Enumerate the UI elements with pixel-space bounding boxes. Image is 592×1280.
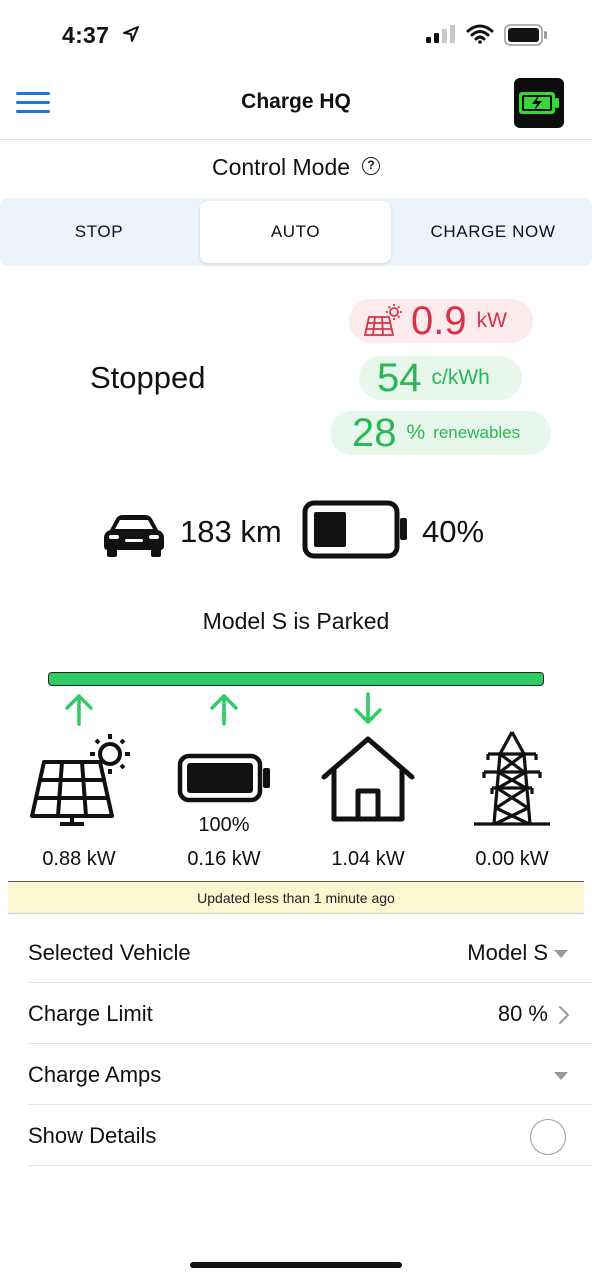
mode-stop-button[interactable]: STOP bbox=[0, 198, 198, 266]
control-mode-title: Control Mode bbox=[211, 154, 351, 180]
mode-auto-button[interactable]: AUTO bbox=[200, 201, 391, 263]
renewables-label: renewables bbox=[433, 423, 521, 442]
charge-amps-row[interactable]: Charge Amps bbox=[28, 1044, 592, 1105]
charge-limit-label: Charge Limit bbox=[28, 1001, 153, 1026]
solar-power-value: 0.9 bbox=[411, 298, 467, 343]
solar-panel-icon bbox=[30, 734, 130, 826]
selected-vehicle-row[interactable]: Selected Vehicle Model S bbox=[28, 922, 592, 983]
house-icon bbox=[321, 736, 415, 822]
home-battery-icon bbox=[177, 753, 270, 803]
app-logo-icon[interactable] bbox=[514, 78, 564, 128]
arrow-down-icon bbox=[354, 692, 382, 724]
grid-flow-value: 0.00 kW bbox=[475, 848, 549, 870]
power-grid-tower-icon bbox=[474, 731, 550, 826]
energy-flow-bar bbox=[48, 672, 544, 686]
charger-state: Stopped bbox=[90, 360, 206, 395]
price-unit: c/kWh bbox=[431, 366, 490, 389]
show-details-label: Show Details bbox=[28, 1123, 157, 1148]
car-icon bbox=[104, 515, 164, 557]
renewables-percent: % bbox=[406, 421, 426, 444]
charge-limit-row[interactable]: Charge Limit 80 % bbox=[28, 983, 592, 1044]
dropdown-caret-icon bbox=[554, 950, 568, 958]
battery-status-icon bbox=[504, 24, 547, 46]
mode-charge-now-button[interactable]: CHARGE NOW bbox=[394, 198, 592, 266]
vehicle-status: Model S is Parked bbox=[202, 608, 390, 634]
cell-signal-icon bbox=[426, 25, 455, 43]
status-time: 4:37 bbox=[62, 22, 110, 48]
solar-power-unit: kW bbox=[476, 309, 507, 332]
home-indicator[interactable] bbox=[190, 1262, 402, 1268]
selected-vehicle-value: Model S bbox=[467, 940, 548, 965]
control-mode-heading: Control Mode? bbox=[0, 154, 592, 181]
vehicle-soc: 40% bbox=[422, 514, 485, 549]
charge-limit-value: 80 % bbox=[497, 1001, 548, 1026]
arrow-up-icon bbox=[65, 694, 93, 726]
status-bar: 4:37 bbox=[0, 0, 592, 66]
price-value: 54 bbox=[377, 355, 422, 400]
charging-battery-icon bbox=[519, 92, 559, 114]
dropdown-caret-icon bbox=[554, 1072, 568, 1080]
last-updated-banner: Updated less than 1 minute ago bbox=[8, 881, 584, 914]
location-arrow-icon bbox=[123, 26, 139, 42]
arrow-up-icon bbox=[210, 694, 238, 726]
control-mode-segmented: STOP AUTO CHARGE NOW bbox=[0, 198, 592, 266]
help-icon[interactable]: ? bbox=[362, 157, 381, 175]
show-details-row[interactable]: Show Details bbox=[28, 1105, 592, 1166]
solar-power-pill: 0.9 kW bbox=[349, 299, 533, 343]
solar-flow-value: 0.88 kW bbox=[42, 848, 116, 870]
vehicle-battery-icon bbox=[302, 500, 407, 559]
battery-flow-value: 0.16 kW bbox=[187, 848, 261, 870]
nav-bar: Charge HQ bbox=[0, 66, 592, 140]
selected-vehicle-label: Selected Vehicle bbox=[28, 940, 191, 965]
vehicle-range: 183 km bbox=[180, 514, 282, 549]
renewables-value: 28 bbox=[352, 410, 397, 455]
renewables-pill: 28 % renewables bbox=[330, 411, 551, 455]
show-details-radio[interactable] bbox=[530, 1119, 566, 1155]
home-battery-soc: 100% bbox=[198, 814, 250, 836]
price-pill: 54 c/kWh bbox=[359, 356, 522, 400]
chevron-right-icon bbox=[559, 1006, 569, 1024]
solar-panel-icon bbox=[363, 304, 402, 336]
wifi-icon bbox=[466, 24, 494, 44]
page-title: Charge HQ bbox=[241, 90, 351, 113]
home-flow-value: 1.04 kW bbox=[331, 848, 405, 870]
charge-amps-label: Charge Amps bbox=[28, 1062, 162, 1087]
